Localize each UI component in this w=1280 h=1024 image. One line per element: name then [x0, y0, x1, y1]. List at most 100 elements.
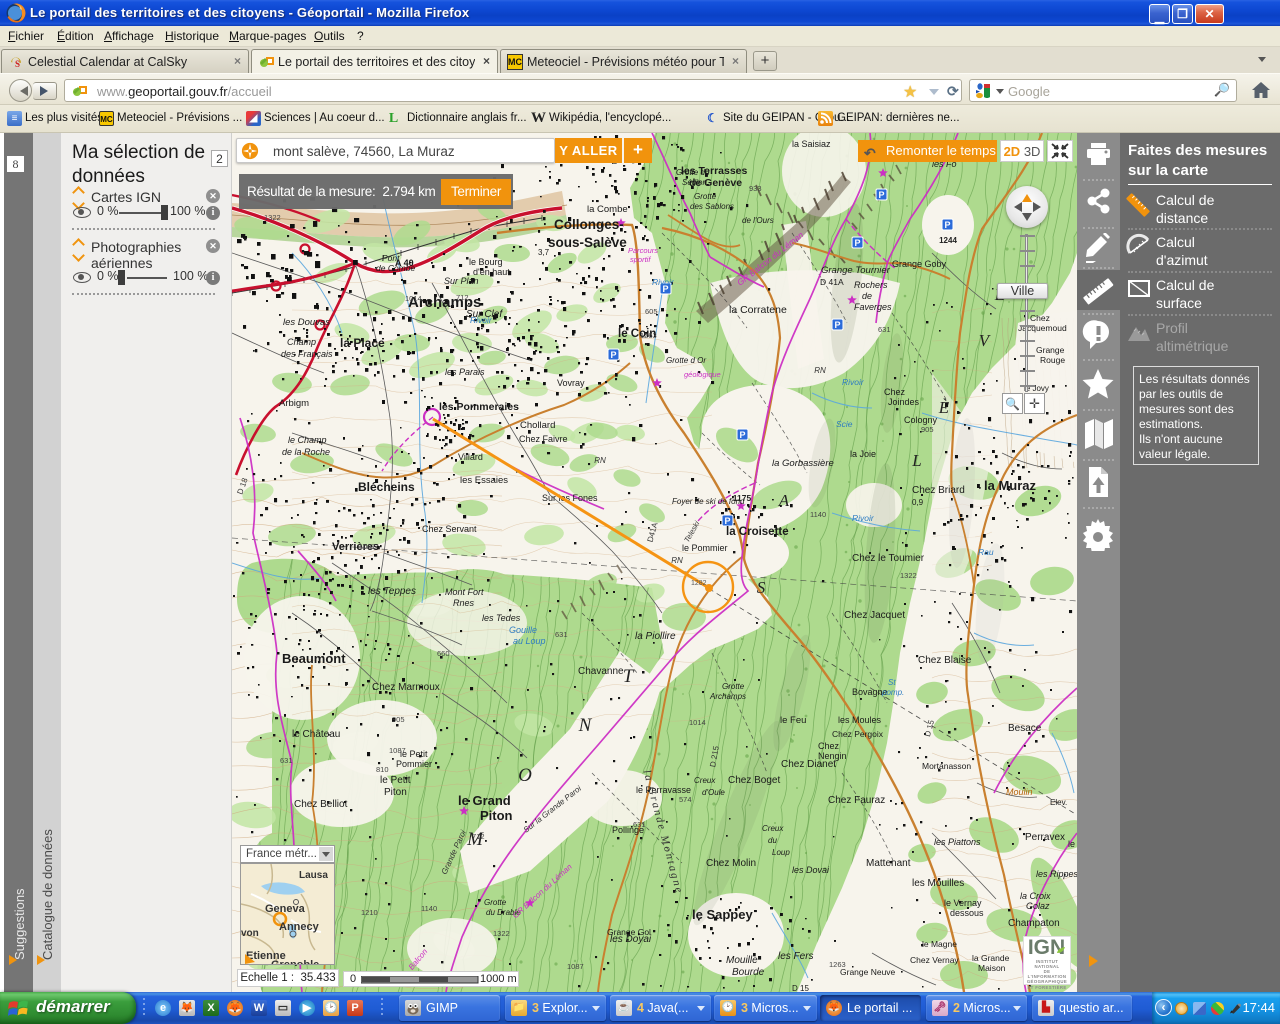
svg-text:Grenoble: Grenoble — [271, 959, 319, 965]
svg-text:1014: 1014 — [689, 718, 706, 727]
svg-text:le Grand: le Grand — [458, 793, 511, 808]
svg-text:les Pommeraies: les Pommeraies — [439, 401, 519, 413]
svg-text:Gouille: Gouille — [509, 625, 537, 635]
svg-text:Bourde: Bourde — [732, 967, 765, 978]
svg-text:Arbigm: Arbigm — [279, 398, 309, 409]
svg-text:les Piattons: les Piattons — [934, 837, 981, 847]
svg-text:le Petit: le Petit — [380, 775, 411, 786]
svg-text:Cologny: Cologny — [904, 415, 938, 425]
svg-text:dessous: dessous — [950, 908, 984, 918]
svg-text:Rivoir: Rivoir — [852, 513, 875, 523]
svg-text:Nengin: Nengin — [818, 751, 847, 761]
svg-text:L: L — [911, 451, 921, 470]
svg-text:Rochers: Rochers — [854, 280, 888, 290]
svg-text:Chez Faivre: Chez Faivre — [519, 434, 568, 444]
svg-text:von: von — [241, 928, 259, 939]
svg-text:P: P — [724, 516, 730, 526]
svg-text:Chez Servant: Chez Servant — [422, 524, 477, 534]
svg-text:1087: 1087 — [359, 542, 376, 551]
svg-text:È: È — [938, 398, 950, 417]
svg-text:Chez Pergoix: Chez Pergoix — [832, 729, 884, 739]
svg-text:Champaton: Champaton — [1008, 918, 1060, 929]
svg-text:Faverges: Faverges — [854, 302, 892, 312]
svg-text:Rnes: Rnes — [453, 598, 475, 608]
svg-text:Parcours: Parcours — [628, 246, 658, 255]
svg-text:la Saisiaz: la Saisiaz — [792, 139, 831, 149]
svg-text:la Place: la Place — [340, 336, 385, 350]
svg-text:Rau: Rau — [978, 547, 994, 557]
svg-text:Chez: Chez — [884, 387, 906, 397]
svg-text:Collonges-: Collonges- — [554, 217, 624, 232]
svg-text:Chez Marmoux: Chez Marmoux — [372, 682, 440, 693]
svg-text:1140: 1140 — [421, 904, 437, 913]
svg-text:574: 574 — [679, 795, 692, 804]
svg-text:Creux: Creux — [762, 824, 784, 833]
svg-text:Grange Neuve: Grange Neuve — [840, 967, 896, 977]
svg-text:RN: RN — [671, 556, 683, 565]
svg-text:S: S — [15, 59, 20, 69]
svg-text:Chez: Chez — [818, 741, 840, 751]
svg-text:Villard: Villard — [458, 452, 483, 462]
svg-text:Chavanne: Chavanne — [578, 666, 624, 677]
svg-text:660: 660 — [437, 649, 450, 658]
svg-text:Chez Molin: Chez Molin — [706, 858, 756, 869]
svg-text:Grange Tournier: Grange Tournier — [821, 265, 891, 276]
svg-text:Chez Belliot: Chez Belliot — [294, 799, 348, 810]
svg-text:la Gorbassière: la Gorbassière — [772, 458, 834, 469]
svg-text:Sédion: Sédion — [682, 178, 707, 187]
svg-text:les Fers: les Fers — [778, 951, 814, 962]
svg-text:Grange Goby: Grange Goby — [892, 259, 947, 269]
svg-text:le Champ: le Champ — [288, 435, 327, 445]
svg-text:Sur Plan: Sur Plan — [444, 276, 479, 286]
svg-text:Chez le Toumier: Chez le Toumier — [852, 553, 925, 564]
svg-text:la Croix: la Croix — [1020, 891, 1051, 901]
svg-text:Grotte: Grotte — [484, 898, 507, 907]
svg-text:Grange Gol: Grange Gol — [607, 927, 651, 937]
svg-text:O: O — [518, 765, 532, 786]
svg-text:les Douvas: les Douvas — [283, 317, 330, 328]
svg-text:Mont Fort: Mont Fort — [445, 587, 484, 597]
svg-text:1322: 1322 — [493, 929, 510, 938]
svg-text:sportif: sportif — [630, 255, 651, 264]
svg-text:Grotte: Grotte — [694, 192, 717, 201]
svg-text:le Bourg: le Bourg — [469, 257, 503, 267]
svg-text:de la Roche: de la Roche — [282, 447, 330, 457]
svg-text:le Magne: le Magne — [922, 939, 957, 949]
svg-text:Elev.: Elev. — [1050, 798, 1067, 807]
svg-text:Rivoir: Rivoir — [842, 377, 865, 387]
svg-text:Loup: Loup — [772, 848, 790, 857]
svg-text:P: P — [878, 190, 884, 200]
svg-text:Piton: Piton — [480, 808, 513, 823]
svg-text:1263: 1263 — [829, 960, 846, 969]
svg-text:St: St — [888, 678, 896, 687]
svg-text:1087: 1087 — [389, 746, 406, 755]
svg-text:Golaz: Golaz — [1026, 901, 1050, 911]
svg-text:1014: 1014 — [405, 294, 422, 303]
svg-text:0,9: 0,9 — [912, 498, 924, 507]
svg-text:P: P — [834, 320, 840, 330]
svg-text:Scie: Scie — [836, 419, 853, 429]
svg-text:le Pommier: le Pommier — [682, 543, 728, 553]
svg-text:631: 631 — [878, 325, 891, 334]
svg-text:905: 905 — [392, 715, 405, 724]
svg-text:Mortanasson: Mortanasson — [922, 761, 971, 771]
svg-text:les Essaies: les Essaies — [460, 475, 508, 486]
svg-text:Grotte: Grotte — [722, 682, 745, 691]
svg-text:le Château: le Château — [292, 729, 340, 740]
svg-text:Mouille: Mouille — [726, 955, 758, 966]
svg-text:le Feu: le Feu — [780, 715, 806, 726]
svg-text:Chez: Chez — [1030, 313, 1050, 323]
svg-text:d'Oule: d'Oule — [702, 788, 725, 797]
svg-text:P: P — [610, 350, 616, 360]
svg-text:le Sappey: le Sappey — [692, 907, 753, 922]
svg-text:N: N — [578, 715, 593, 736]
svg-text:les Dovai: les Dovai — [792, 865, 830, 875]
svg-text:la Croisette: la Croisette — [726, 526, 789, 538]
svg-text:P: P — [944, 220, 950, 230]
svg-text:Chez Blaise: Chez Blaise — [918, 655, 972, 666]
svg-text:810: 810 — [376, 765, 389, 774]
svg-text:S: S — [757, 578, 766, 597]
svg-text:les Parais: les Parais — [445, 367, 485, 377]
svg-text:sous-Salève: sous-Salève — [548, 235, 627, 250]
svg-text:Rivoir: Rivoir — [652, 277, 675, 287]
